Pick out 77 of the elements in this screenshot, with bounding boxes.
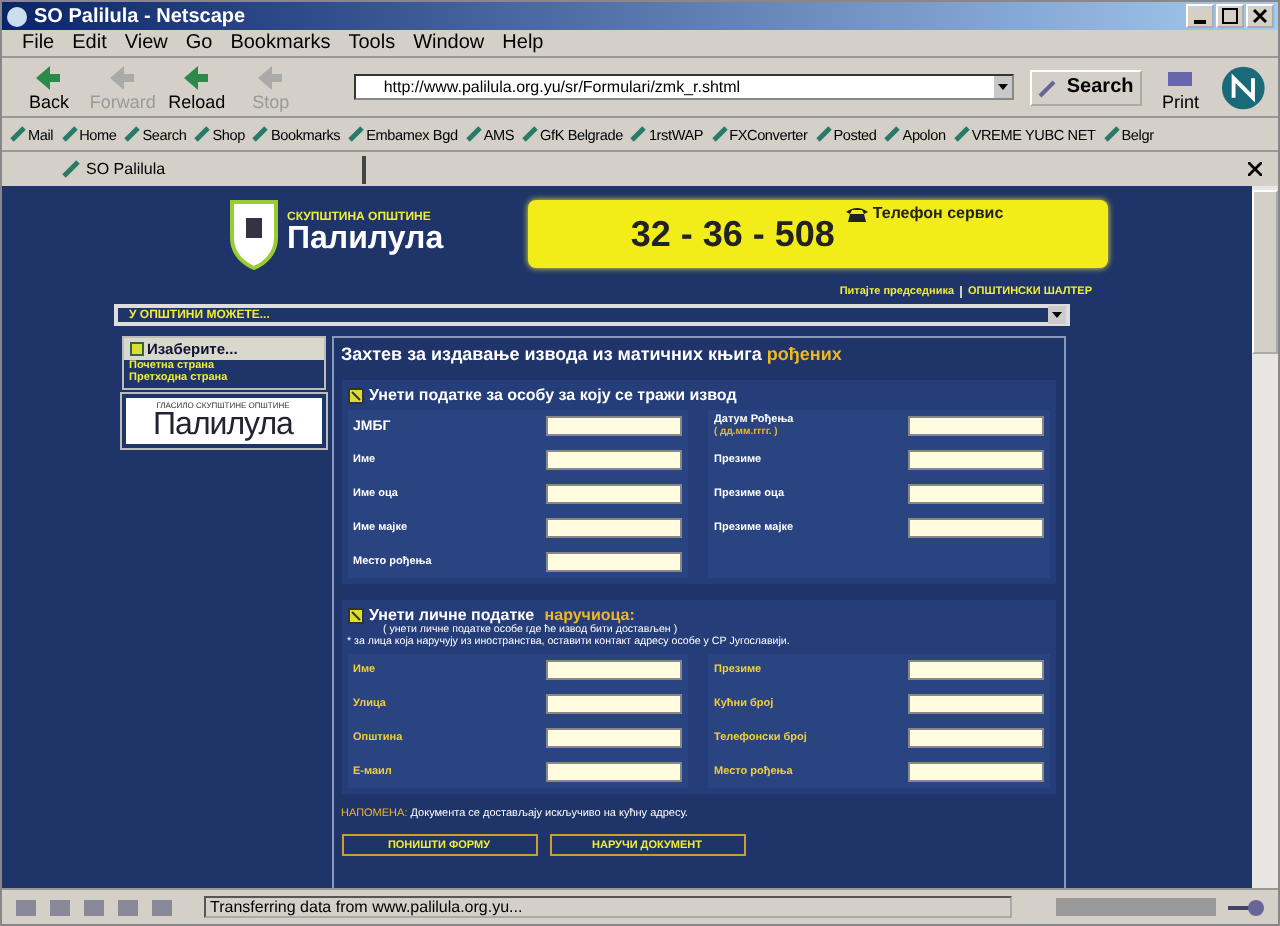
print-button[interactable]: Print [1145, 63, 1216, 111]
bookmark-icon [884, 126, 901, 142]
bookmark-icon [522, 126, 539, 142]
toolbar-button[interactable]: Back [14, 63, 84, 111]
scrollbar[interactable] [1252, 186, 1278, 888]
menu-item[interactable]: Window [413, 32, 485, 54]
status-icon[interactable] [48, 897, 72, 917]
logo-name: Палилула [287, 224, 444, 256]
menu-item[interactable]: Help [502, 32, 544, 54]
input-field[interactable] [907, 518, 1043, 538]
menu-item[interactable]: Bookmarks [230, 32, 331, 54]
menu-item[interactable]: File [22, 32, 55, 54]
search-button[interactable]: Search [1030, 69, 1142, 105]
input-field[interactable] [546, 416, 682, 436]
toolbar-button[interactable]: Reload [161, 63, 232, 111]
bookmark-icon [1103, 126, 1120, 142]
input-field[interactable] [546, 660, 682, 680]
crest-icon [227, 198, 279, 270]
menu-item[interactable]: Tools [348, 32, 396, 54]
section-heading: Унети податке за особу за коју се тражи извод [369, 386, 737, 404]
menu-item[interactable]: Go [185, 32, 213, 54]
minimize-button[interactable] [1186, 4, 1214, 28]
input-field[interactable] [546, 552, 682, 572]
maximize-button[interactable] [1216, 4, 1244, 28]
input-field[interactable] [907, 416, 1043, 436]
phone-service-label: Телефон сервис [872, 204, 1004, 222]
bookmark-icon [465, 126, 482, 142]
status-text: Transferring data from www.palilula.org.yu... [204, 896, 1012, 918]
toolbar-icon [254, 63, 287, 91]
status-icon[interactable] [82, 897, 106, 917]
dropdown-arrow-icon[interactable] [1047, 306, 1065, 324]
bookmark-icon [348, 126, 365, 142]
window-title: SO Palilula - Netscape [34, 5, 246, 27]
input-field[interactable] [546, 484, 682, 504]
netscape-logo-icon [1219, 63, 1266, 111]
close-icon[interactable] [1248, 162, 1262, 176]
bookmark-icon [124, 126, 141, 142]
menu-item[interactable]: Edit [72, 32, 107, 54]
input-field[interactable] [546, 450, 682, 470]
netscape-icon [6, 5, 28, 27]
form-title: Захтев за издавање извода из матичних књига рођених [341, 344, 844, 364]
input-field[interactable] [907, 450, 1043, 470]
input-field[interactable] [546, 694, 682, 714]
telephone-icon [846, 205, 869, 221]
menu-item[interactable]: View [124, 32, 168, 54]
input-field[interactable] [546, 728, 682, 748]
input-field[interactable] [546, 762, 682, 782]
connection-icon [1226, 897, 1266, 917]
address-field[interactable]: http://www.palilula.org.yu/sr/Formulari/zmk_r.shtml [353, 74, 1015, 100]
bookmark-icon [630, 126, 647, 142]
input-field[interactable] [907, 484, 1043, 504]
bookmark-icon [252, 126, 269, 142]
bookmark-icon [194, 126, 211, 142]
input-field[interactable] [546, 518, 682, 538]
bookmark-icon [10, 126, 26, 142]
bookmark-icon [815, 126, 832, 142]
close-button[interactable] [1246, 4, 1274, 28]
input-field[interactable] [907, 728, 1043, 748]
status-icon[interactable] [116, 897, 140, 917]
square-bullet-icon [129, 342, 143, 356]
arrow-bullet-icon [347, 607, 363, 623]
section-heading: Унети личне податке наручиоца: [369, 606, 635, 624]
bookmark-icon [953, 126, 970, 142]
status-icon[interactable] [150, 897, 174, 917]
bookmark-icon [61, 126, 78, 142]
toolbar-icon [180, 63, 213, 91]
input-field[interactable] [907, 660, 1043, 680]
toolbar-icon [106, 63, 139, 91]
input-field[interactable] [907, 762, 1043, 782]
arrow-bullet-icon [347, 387, 363, 403]
input-field[interactable] [907, 694, 1043, 714]
close-icon [1252, 8, 1268, 24]
phone-number: 32 - 36 - 508 [630, 213, 835, 255]
maximize-icon [1222, 8, 1238, 24]
status-icon[interactable] [14, 897, 38, 917]
bookmark-icon [711, 126, 728, 142]
toolbar-icon [32, 63, 65, 91]
